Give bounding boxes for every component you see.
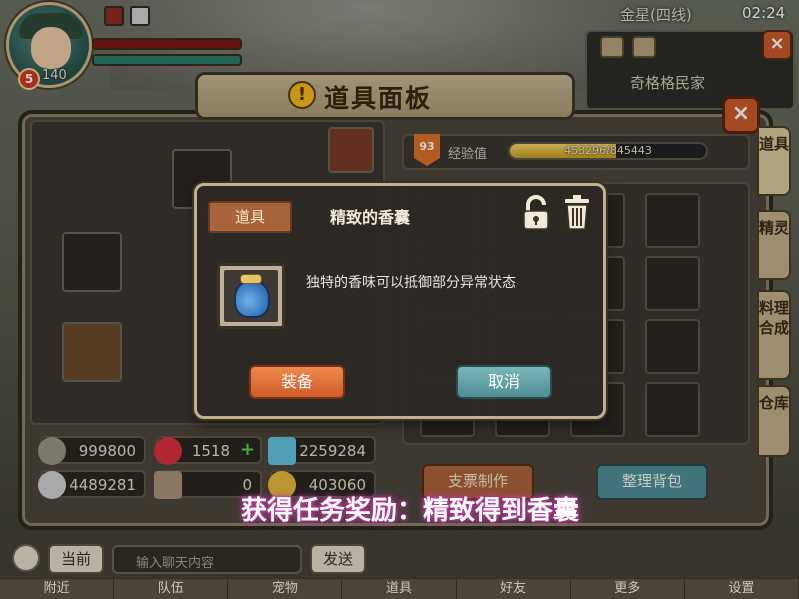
nav-nearby[interactable]: 附近 [0, 579, 115, 599]
cancel-button[interactable]: 取消 [456, 365, 552, 399]
nav-friends[interactable]: 好友 [457, 579, 571, 599]
item-name: 精致的香囊 [329, 208, 410, 227]
trash-icon[interactable] [561, 193, 593, 231]
item-preview [217, 263, 285, 329]
chat-channel-button[interactable]: 当前 [48, 544, 104, 574]
nav-items[interactable]: 道具 [342, 579, 457, 599]
emoji-icon[interactable] [12, 544, 40, 572]
nav-settings[interactable]: 设置 [685, 579, 799, 599]
item-category-tag: 道具 [208, 201, 292, 233]
item-description: 独特的香味可以抵御部分异常状态 [306, 275, 516, 291]
bottom-nav: 附近 队伍 宠物 道具 好友 更多 设置 [0, 579, 799, 599]
unlock-icon[interactable] [520, 195, 554, 231]
reward-notice: 获得任务奖励：精致得到香囊 [240, 496, 579, 526]
nav-pets[interactable]: 宠物 [228, 579, 343, 599]
sachet-knot [240, 274, 262, 284]
equip-button[interactable]: 装备 [249, 365, 345, 399]
nav-team[interactable]: 队伍 [114, 579, 229, 599]
chat-input[interactable]: 输入聊天内容 [112, 545, 302, 574]
nav-more[interactable]: 更多 [571, 579, 685, 599]
sachet-icon [234, 280, 270, 318]
send-button[interactable]: 发送 [310, 544, 366, 574]
